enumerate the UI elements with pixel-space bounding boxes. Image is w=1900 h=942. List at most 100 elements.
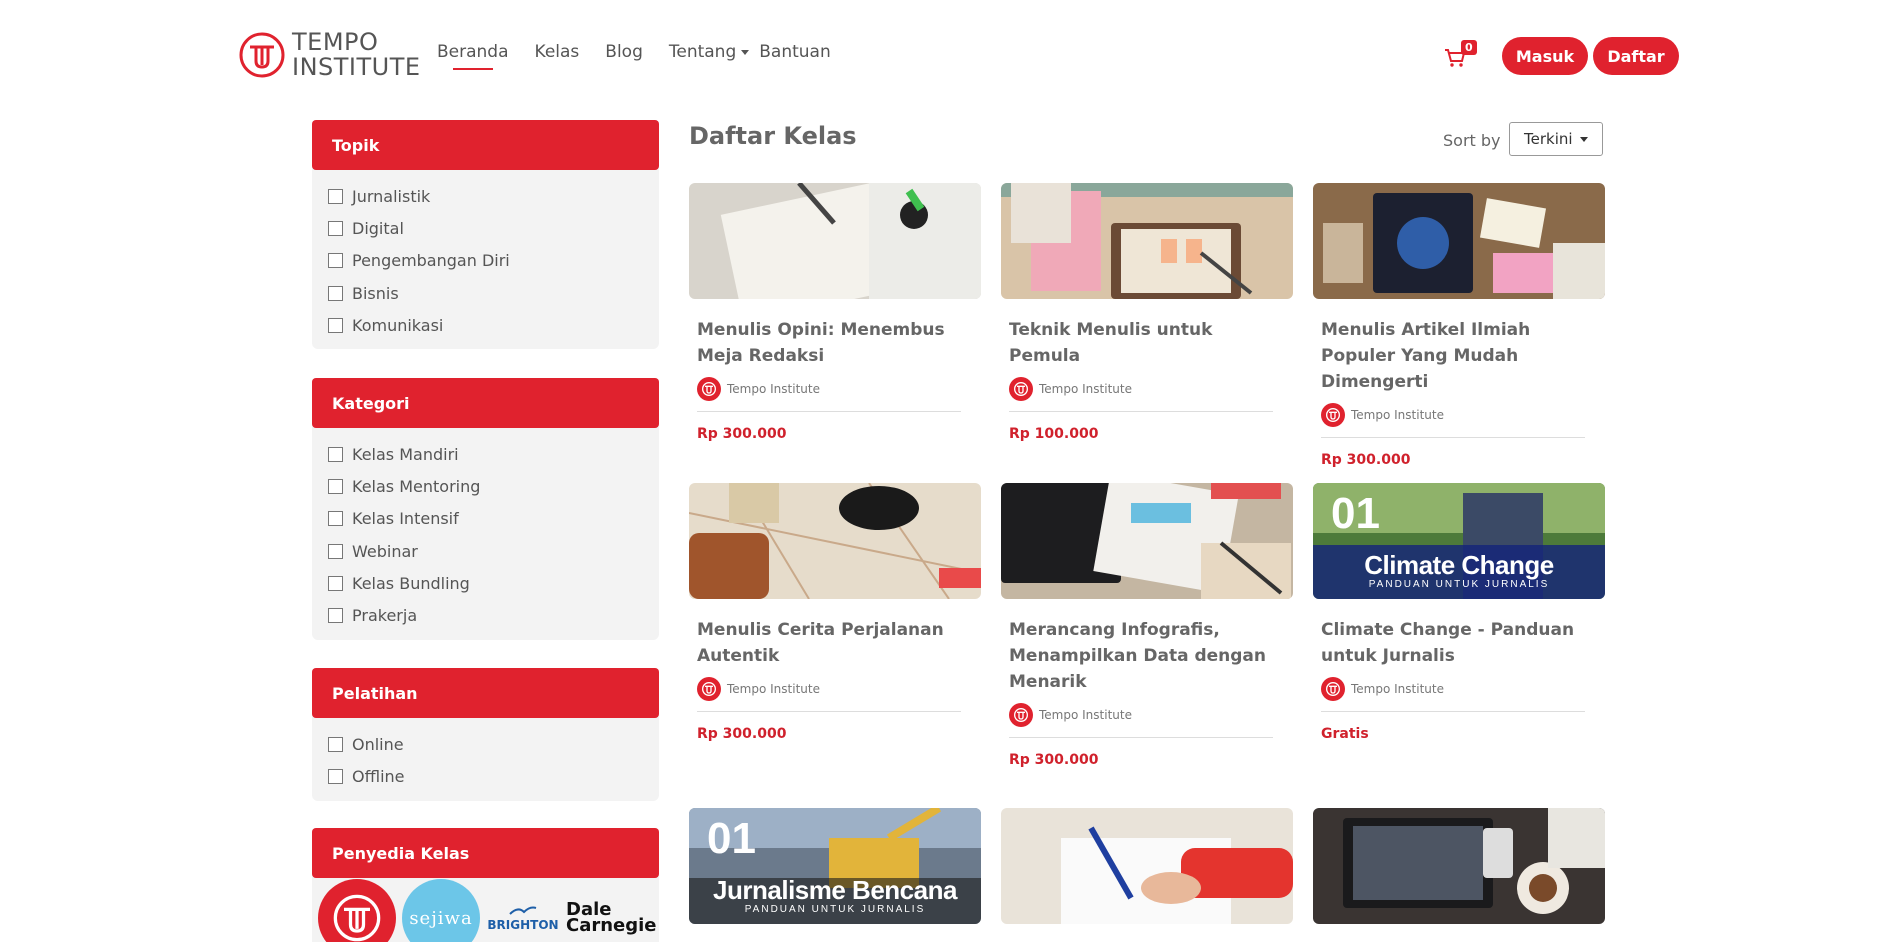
course-thumbnail[interactable] <box>1001 483 1293 599</box>
tempo-logo-icon <box>1321 677 1345 701</box>
register-button[interactable]: Daftar <box>1593 37 1679 75</box>
sort-dropdown[interactable]: Terkini <box>1509 122 1603 156</box>
checkbox[interactable] <box>328 220 343 236</box>
provider-brighton-logo[interactable]: BRIGHTON <box>486 888 560 942</box>
checkbox[interactable] <box>328 285 343 301</box>
thumbnail-number: 01 <box>1331 489 1380 538</box>
course-card[interactable]: 01 Climate Change PANDUAN UNTUK JURNALIS… <box>1313 483 1605 742</box>
course-title[interactable]: Menulis Opini: Menembus Meja Redaksi <box>697 317 973 369</box>
course-thumbnail[interactable] <box>689 483 981 599</box>
course-card[interactable]: 01 Jurnalisme Bencana PANDUAN UNTUK JURN… <box>689 808 981 924</box>
course-thumbnail[interactable] <box>1001 183 1293 299</box>
course-card[interactable]: Menulis Opini: Menembus Meja Redaksi Tem… <box>689 183 981 442</box>
filter-option[interactable]: Prakerja <box>328 599 643 631</box>
filter-option[interactable]: Online <box>328 728 643 760</box>
provider-sejiwa-label: sejiwa <box>409 907 473 929</box>
tempo-logo-icon <box>333 894 381 942</box>
filter-option[interactable]: Offline <box>328 760 643 792</box>
thumbnail-caption-title: Climate Change <box>1364 550 1554 580</box>
course-thumbnail[interactable] <box>1001 808 1293 924</box>
course-card[interactable]: Menulis Cerita Perjalanan Autentik Tempo… <box>689 483 981 742</box>
filter-option[interactable]: Webinar <box>328 535 643 567</box>
filter-topik-title[interactable]: Topik <box>312 120 659 170</box>
checkbox[interactable] <box>328 608 343 624</box>
filter-option-label: Online <box>352 734 404 754</box>
filter-kategori-title[interactable]: Kategori <box>312 378 659 428</box>
course-thumbnail[interactable]: 01 Jurnalisme Bencana PANDUAN UNTUK JURN… <box>689 808 981 924</box>
login-button[interactable]: Masuk <box>1502 37 1588 75</box>
checkbox[interactable] <box>328 511 343 527</box>
course-author-name: Tempo Institute <box>727 682 820 696</box>
filter-pelatihan-title[interactable]: Pelatihan <box>312 668 659 718</box>
course-card[interactable] <box>1001 808 1293 924</box>
provider-tempo-logo[interactable] <box>318 879 396 942</box>
chevron-down-icon <box>1580 137 1588 142</box>
checkbox[interactable] <box>328 736 343 752</box>
checkbox[interactable] <box>328 575 343 591</box>
course-image <box>1001 808 1293 924</box>
course-title[interactable]: Climate Change - Panduan untuk Jurnalis <box>1321 617 1597 669</box>
course-title[interactable]: Teknik Menulis untuk Pemula <box>1009 317 1285 369</box>
nav-bantuan[interactable]: Bantuan <box>759 42 831 70</box>
tempo-logo-icon <box>697 377 721 401</box>
filter-option[interactable]: Kelas Mandiri <box>328 438 643 470</box>
filter-option[interactable]: Kelas Mentoring <box>328 470 643 502</box>
course-card[interactable]: Teknik Menulis untuk Pemula Tempo Instit… <box>1001 183 1293 442</box>
filter-option[interactable]: Bisnis <box>328 277 643 309</box>
filter-option[interactable]: Kelas Intensif <box>328 503 643 535</box>
nav-beranda[interactable]: Beranda <box>437 42 509 70</box>
filter-option-label: Jurnalistik <box>352 186 431 206</box>
tempo-logo-icon <box>1009 377 1033 401</box>
checkbox[interactable] <box>328 768 343 784</box>
course-price: Gratis <box>1321 726 1369 742</box>
checkbox[interactable] <box>328 446 343 462</box>
course-author: Tempo Institute <box>697 377 961 412</box>
course-author-name: Tempo Institute <box>1351 408 1444 422</box>
course-image <box>1313 183 1605 299</box>
thumbnail-caption: Climate Change PANDUAN UNTUK JURNALIS <box>1313 551 1605 591</box>
filter-option[interactable]: Komunikasi <box>328 309 643 341</box>
course-card[interactable]: Merancang Infografis, Menampilkan Data d… <box>1001 483 1293 768</box>
course-image <box>1001 183 1293 299</box>
filter-penyedia-title[interactable]: Penyedia Kelas <box>312 828 659 878</box>
checkbox[interactable] <box>328 478 343 494</box>
course-thumbnail[interactable]: 01 Climate Change PANDUAN UNTUK JURNALIS <box>1313 483 1605 599</box>
course-title[interactable]: Menulis Artikel Ilmiah Populer Yang Muda… <box>1321 317 1597 395</box>
course-author: Tempo Institute <box>1009 703 1273 738</box>
checkbox[interactable] <box>328 317 343 333</box>
brand-logo[interactable]: TEMPO INSTITUTE <box>238 30 421 80</box>
nav-tentang[interactable]: Tentang <box>669 42 750 70</box>
tempo-logo-icon <box>1009 703 1033 727</box>
tempo-logo-icon <box>239 32 285 78</box>
filter-option-label: Kelas Mandiri <box>352 444 459 464</box>
course-card[interactable]: Menulis Artikel Ilmiah Populer Yang Muda… <box>1313 183 1605 468</box>
course-card[interactable] <box>1313 808 1605 924</box>
checkbox[interactable] <box>328 543 343 559</box>
filter-option[interactable]: Digital <box>328 212 643 244</box>
nav-blog[interactable]: Blog <box>605 42 643 70</box>
course-author: Tempo Institute <box>1321 403 1585 438</box>
thumbnail-caption-subtitle: PANDUAN UNTUK JURNALIS <box>744 904 926 915</box>
filter-topik: Topik Jurnalistik Digital Pengembangan D… <box>312 120 659 350</box>
cart-button[interactable]: 0 <box>1442 40 1477 70</box>
course-thumbnail[interactable] <box>689 183 981 299</box>
nav-kelas[interactable]: Kelas <box>535 42 580 70</box>
provider-sejiwa-logo[interactable]: sejiwa <box>402 879 480 942</box>
course-title[interactable]: Merancang Infografis, Menampilkan Data d… <box>1009 617 1285 695</box>
checkbox[interactable] <box>328 253 343 269</box>
course-thumbnail[interactable] <box>1313 808 1605 924</box>
site-header: TEMPO INSTITUTE Beranda Kelas Blog Tenta… <box>0 0 1900 110</box>
filter-option-label: Digital <box>352 218 404 238</box>
checkbox[interactable] <box>328 188 343 204</box>
course-author: Tempo Institute <box>1321 677 1585 712</box>
course-thumbnail[interactable] <box>1313 183 1605 299</box>
provider-logos: sejiwa BRIGHTON Dale Carnegie <box>312 878 659 942</box>
course-title[interactable]: Menulis Cerita Perjalanan Autentik <box>697 617 973 669</box>
filter-option[interactable]: Kelas Bundling <box>328 567 643 599</box>
filter-option[interactable]: Pengembangan Diri <box>328 245 643 277</box>
provider-carnegie-label: Carnegie <box>566 915 657 936</box>
filter-option[interactable]: Jurnalistik <box>328 180 643 212</box>
thumbnail-caption-subtitle: PANDUAN UNTUK JURNALIS <box>1368 579 1550 590</box>
provider-dale-carnegie-logo[interactable]: Dale Carnegie <box>566 888 657 942</box>
tempo-logo-icon <box>1321 403 1345 427</box>
